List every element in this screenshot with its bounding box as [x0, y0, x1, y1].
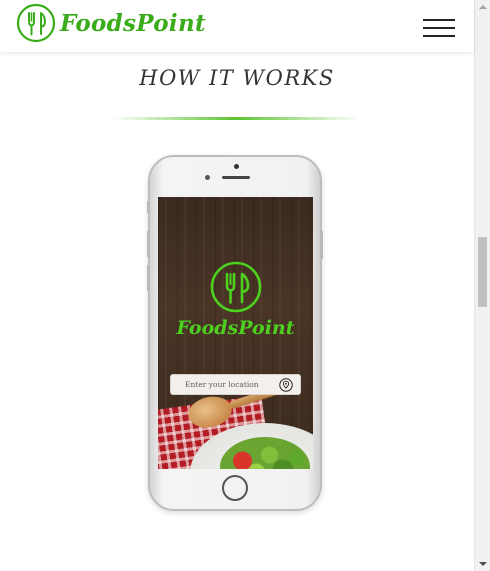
phone-sensor	[205, 175, 210, 180]
hamburger-menu-icon[interactable]	[423, 18, 455, 38]
scroll-up-arrow-icon[interactable]	[479, 5, 487, 9]
section-title: HOW IT WORKS	[139, 66, 335, 90]
page: FoodsPoint HOW IT WORKS FoodsPoint Enter…	[0, 0, 490, 571]
hamburger-line	[423, 27, 455, 29]
phone-power-button	[321, 231, 323, 259]
brand-name: FoodsPoint	[60, 9, 206, 37]
phone-volume-up	[147, 231, 149, 257]
vertical-scrollbar[interactable]	[474, 0, 490, 571]
scroll-down-arrow-icon[interactable]	[479, 562, 487, 566]
phone-screen: FoodsPoint	[158, 197, 313, 469]
brand-logo-link[interactable]: FoodsPoint	[16, 3, 206, 43]
phone-volume-down	[147, 265, 149, 291]
fork-knife-icon	[16, 3, 56, 43]
phone-speaker	[222, 176, 250, 179]
scrollbar-thumb[interactable]	[478, 237, 487, 307]
hamburger-line	[423, 19, 455, 21]
phone-camera	[234, 164, 239, 169]
hamburger-line	[423, 35, 455, 37]
title-underline	[112, 117, 360, 120]
phone-mute-switch	[147, 201, 149, 213]
screen-brand-name: FoodsPoint	[176, 317, 295, 339]
phone-home-button	[222, 475, 248, 501]
fork-knife-icon	[210, 261, 262, 313]
site-header: FoodsPoint	[0, 0, 474, 52]
phone-mockup: FoodsPoint	[147, 155, 323, 511]
location-pin-icon[interactable]	[279, 378, 293, 392]
